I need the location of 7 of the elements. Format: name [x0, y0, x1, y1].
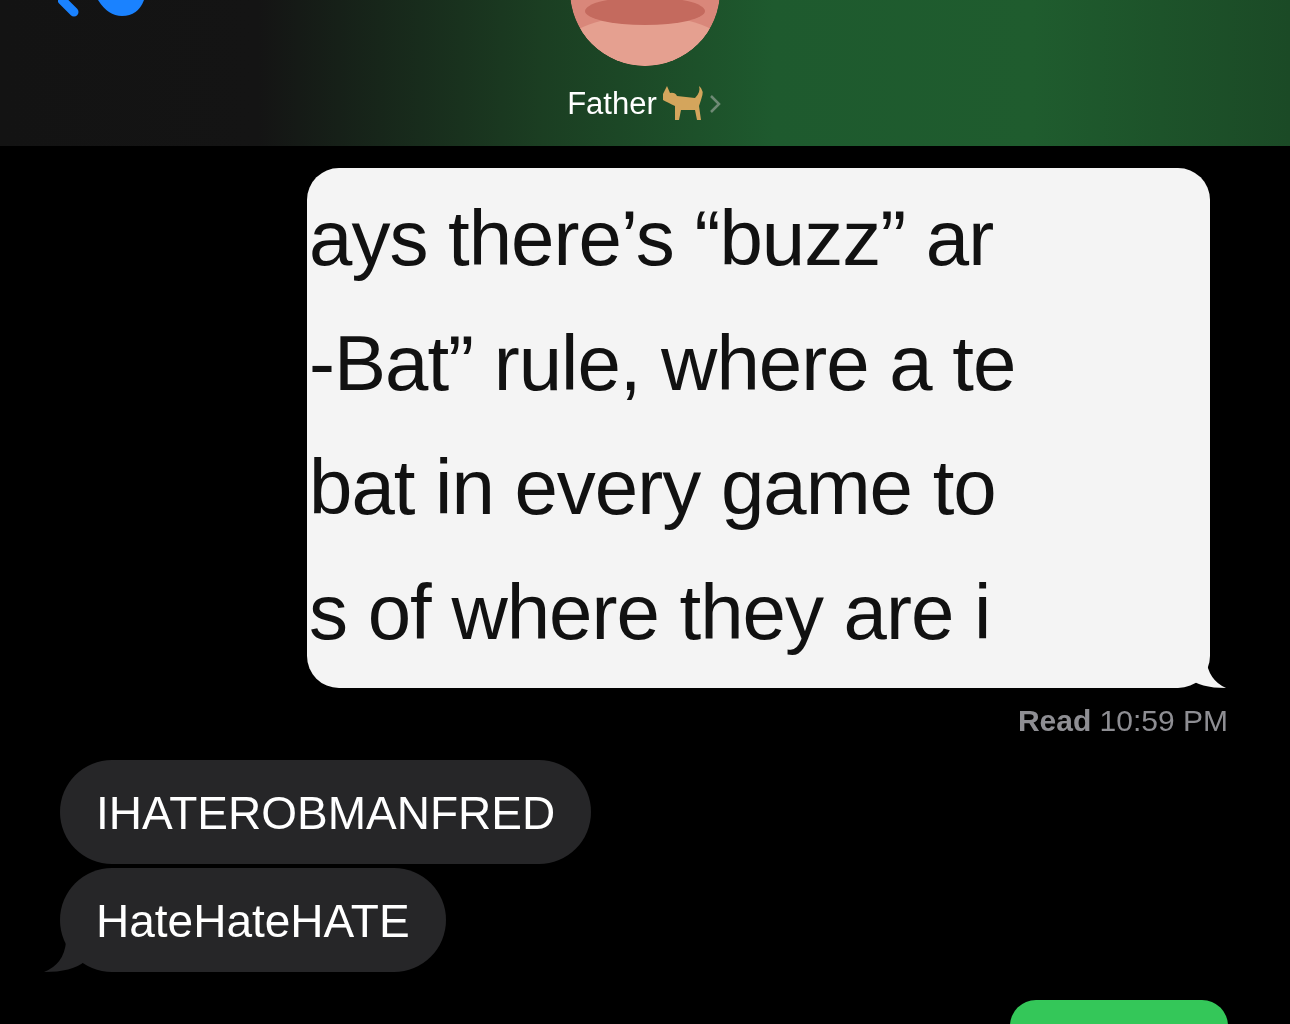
- message-text: HateHateHATE: [96, 895, 410, 947]
- back-icon[interactable]: [58, 0, 146, 18]
- message-bubble[interactable]: [1010, 1000, 1228, 1024]
- read-receipt: Read 10:59 PM: [1017, 704, 1228, 738]
- contact-name[interactable]: Father: [567, 86, 657, 122]
- message-text: IHATEROBMANFRED: [96, 787, 556, 839]
- screenshot-text-line: -Bat” rule, where a te: [308, 323, 1017, 402]
